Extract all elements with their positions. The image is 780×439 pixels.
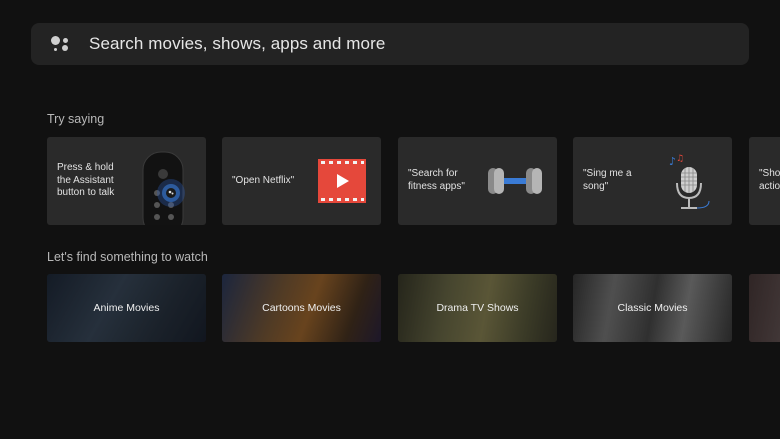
card-text: "Search for fitness apps" [408, 168, 465, 193]
google-assistant-icon [51, 34, 73, 54]
tv-home-screen: Search movies, shows, apps and more Try … [0, 0, 780, 439]
card-text: "Open Netflix" [232, 175, 294, 188]
microphone-icon: ♪ ♫ [669, 154, 710, 209]
suggestion-card-partial[interactable]: "Show actio [749, 137, 780, 225]
card-line: button to talk [57, 187, 115, 198]
dumbbell-icon [488, 168, 542, 194]
category-tile-partial[interactable] [749, 274, 780, 342]
suggestion-card-netflix[interactable]: "Open Netflix" [222, 137, 381, 225]
card-line: "Show [759, 168, 780, 179]
search-bar[interactable]: Search movies, shows, apps and more [31, 23, 749, 65]
category-tile-cartoons[interactable]: Cartoons Movies [222, 274, 381, 342]
card-line: actio [759, 180, 780, 192]
try-saying-heading: Try saying [47, 112, 105, 126]
watch-heading: Let's find something to watch [47, 250, 208, 264]
card-line: "Open Netflix" [232, 175, 295, 186]
card-line: the Assistant [57, 174, 114, 186]
tile-label: Drama TV Shows [436, 302, 519, 314]
search-placeholder: Search movies, shows, apps and more [89, 34, 386, 53]
tile-label: Classic Movies [617, 302, 688, 314]
category-tile-anime[interactable]: Anime Movies [47, 274, 206, 342]
category-tile-classic[interactable]: Classic Movies [573, 274, 732, 342]
suggestion-card-song[interactable]: "Sing me a song" ♪ ♫ [573, 137, 732, 225]
category-tile-drama[interactable]: Drama TV Shows [398, 274, 557, 342]
card-line: fitness apps" [408, 180, 465, 192]
remote-control-icon [142, 151, 185, 225]
card-text: "Show actio [759, 168, 780, 193]
card-line: "Sing me a [583, 168, 632, 179]
tile-label: Cartoons Movies [262, 302, 341, 314]
suggestion-card-fitness[interactable]: "Search for fitness apps" [398, 137, 557, 225]
card-line: "Search for [408, 168, 458, 179]
card-text: "Sing me a song" [583, 168, 632, 193]
card-line: song" [583, 180, 609, 192]
tile-label: Anime Movies [93, 302, 160, 314]
card-line: Press & hold [57, 162, 114, 173]
svg-text:♫: ♫ [676, 154, 684, 164]
suggestion-card-assistant[interactable]: Press & hold the Assistant button to tal… [47, 137, 206, 225]
video-play-icon [318, 159, 366, 203]
svg-text:♪: ♪ [669, 155, 676, 168]
card-text: Press & hold the Assistant button to tal… [57, 162, 114, 200]
